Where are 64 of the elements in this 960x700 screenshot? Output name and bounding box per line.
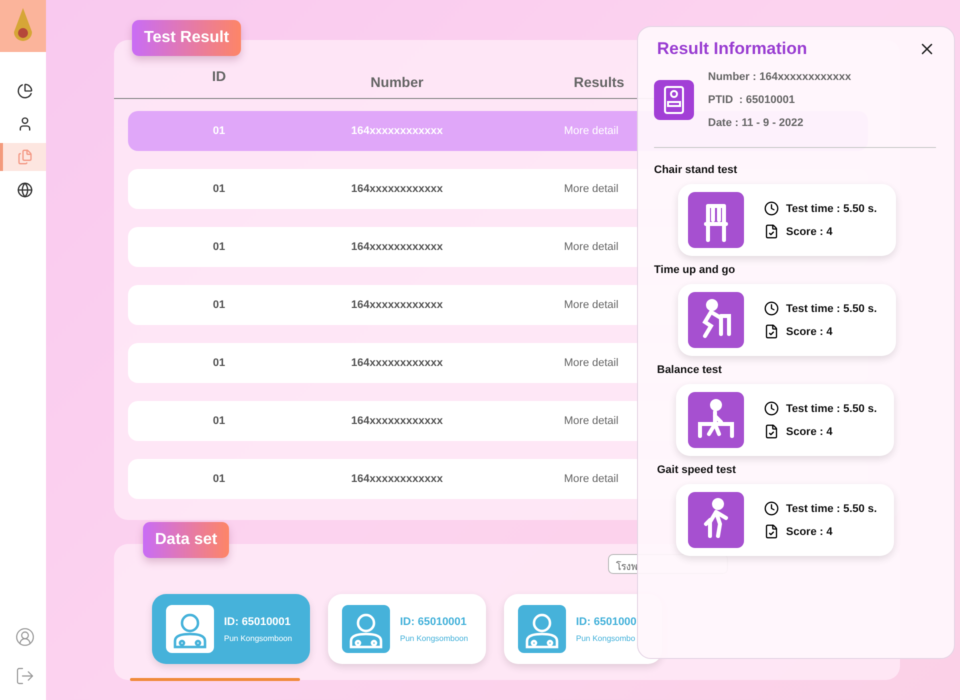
table-cell-text: 164xxxxxxxxxxxx	[350, 473, 444, 485]
more-detail-link[interactable]: More detail	[564, 357, 618, 369]
chart-icon	[16, 83, 32, 99]
table-cell-text: 164xxxxxxxxxxxx	[350, 299, 444, 311]
clock-icon	[764, 201, 779, 216]
column-header: Number	[370, 74, 424, 92]
table-cell-text: 164xxxxxxxxxxxx	[350, 415, 444, 427]
table-cell-text: 01	[212, 415, 226, 427]
id-card-icon	[654, 80, 694, 120]
more-detail-link[interactable]: More detail	[564, 241, 618, 253]
test-score: Score : 4	[786, 326, 832, 338]
dialog-title: Result Information	[657, 39, 808, 59]
patient-id: ID: 6501000	[576, 616, 637, 628]
column-header: ID	[211, 68, 227, 86]
test-score: Score : 4	[786, 226, 832, 238]
walk-icon	[688, 492, 744, 548]
more-detail-link[interactable]: More detail	[564, 473, 618, 485]
chair-icon	[688, 192, 744, 248]
info-text: Number : 164xxxxxxxxxxxx	[708, 71, 852, 83]
more-detail-link[interactable]: More detail	[564, 415, 618, 427]
table-cell-text: 164xxxxxxxxxxxx	[350, 357, 444, 369]
more-detail-link[interactable]: More detail	[564, 183, 618, 195]
test-name: Gait speed test	[657, 464, 737, 476]
test-time: Test time : 5.50 s.	[786, 502, 877, 514]
section-title: Test Result	[132, 20, 242, 56]
table-cell-text: 164xxxxxxxxxxxx	[350, 241, 444, 253]
info-text: Date : 11 - 9 - 2022	[708, 117, 804, 129]
file-check-icon	[764, 324, 779, 339]
doctor-avatar-icon	[166, 605, 214, 653]
patient-name: Pun Kongsomboon	[400, 634, 468, 642]
file-check-icon	[764, 224, 779, 239]
clock-icon	[764, 501, 779, 516]
test-name: Balance test	[657, 364, 723, 376]
balance-icon	[688, 392, 744, 448]
table-cell-text: 01	[212, 125, 226, 137]
table-cell-text: 01	[212, 357, 226, 369]
more-detail-link[interactable]: More detail	[564, 299, 618, 311]
table-cell-text: 01	[212, 183, 226, 195]
table-cell-text: 164xxxxxxxxxxxx	[350, 125, 444, 137]
file-icon	[16, 149, 32, 165]
clock-icon	[764, 401, 779, 416]
clock-icon	[764, 301, 779, 316]
patient-id: ID: 65010001	[224, 616, 292, 628]
file-check-icon	[764, 424, 779, 439]
patient-name: Pun Kongsombo	[576, 634, 636, 642]
patient-name: Pun Kongsomboon	[224, 634, 292, 642]
table-cell-text: 164xxxxxxxxxxxx	[350, 183, 444, 195]
section-title: Data set	[143, 522, 230, 558]
test-score: Score : 4	[786, 426, 832, 438]
test-score: Score : 4	[786, 526, 832, 538]
user-icon	[16, 116, 32, 132]
file-check-icon	[764, 524, 779, 539]
account-icon	[14, 627, 34, 647]
walker-icon	[688, 292, 744, 348]
doctor-avatar-icon	[342, 605, 390, 653]
table-cell-text: 01	[212, 299, 226, 311]
doctor-avatar-icon	[518, 605, 566, 653]
info-text: PTID : 65010001	[708, 94, 796, 106]
globe-icon	[16, 182, 32, 198]
test-name: Time up and go	[654, 264, 736, 276]
logout-icon	[14, 666, 34, 686]
table-cell-text: 01	[212, 241, 226, 253]
table-cell-text: 01	[212, 473, 226, 485]
patient-id: ID: 65010001	[400, 616, 468, 628]
